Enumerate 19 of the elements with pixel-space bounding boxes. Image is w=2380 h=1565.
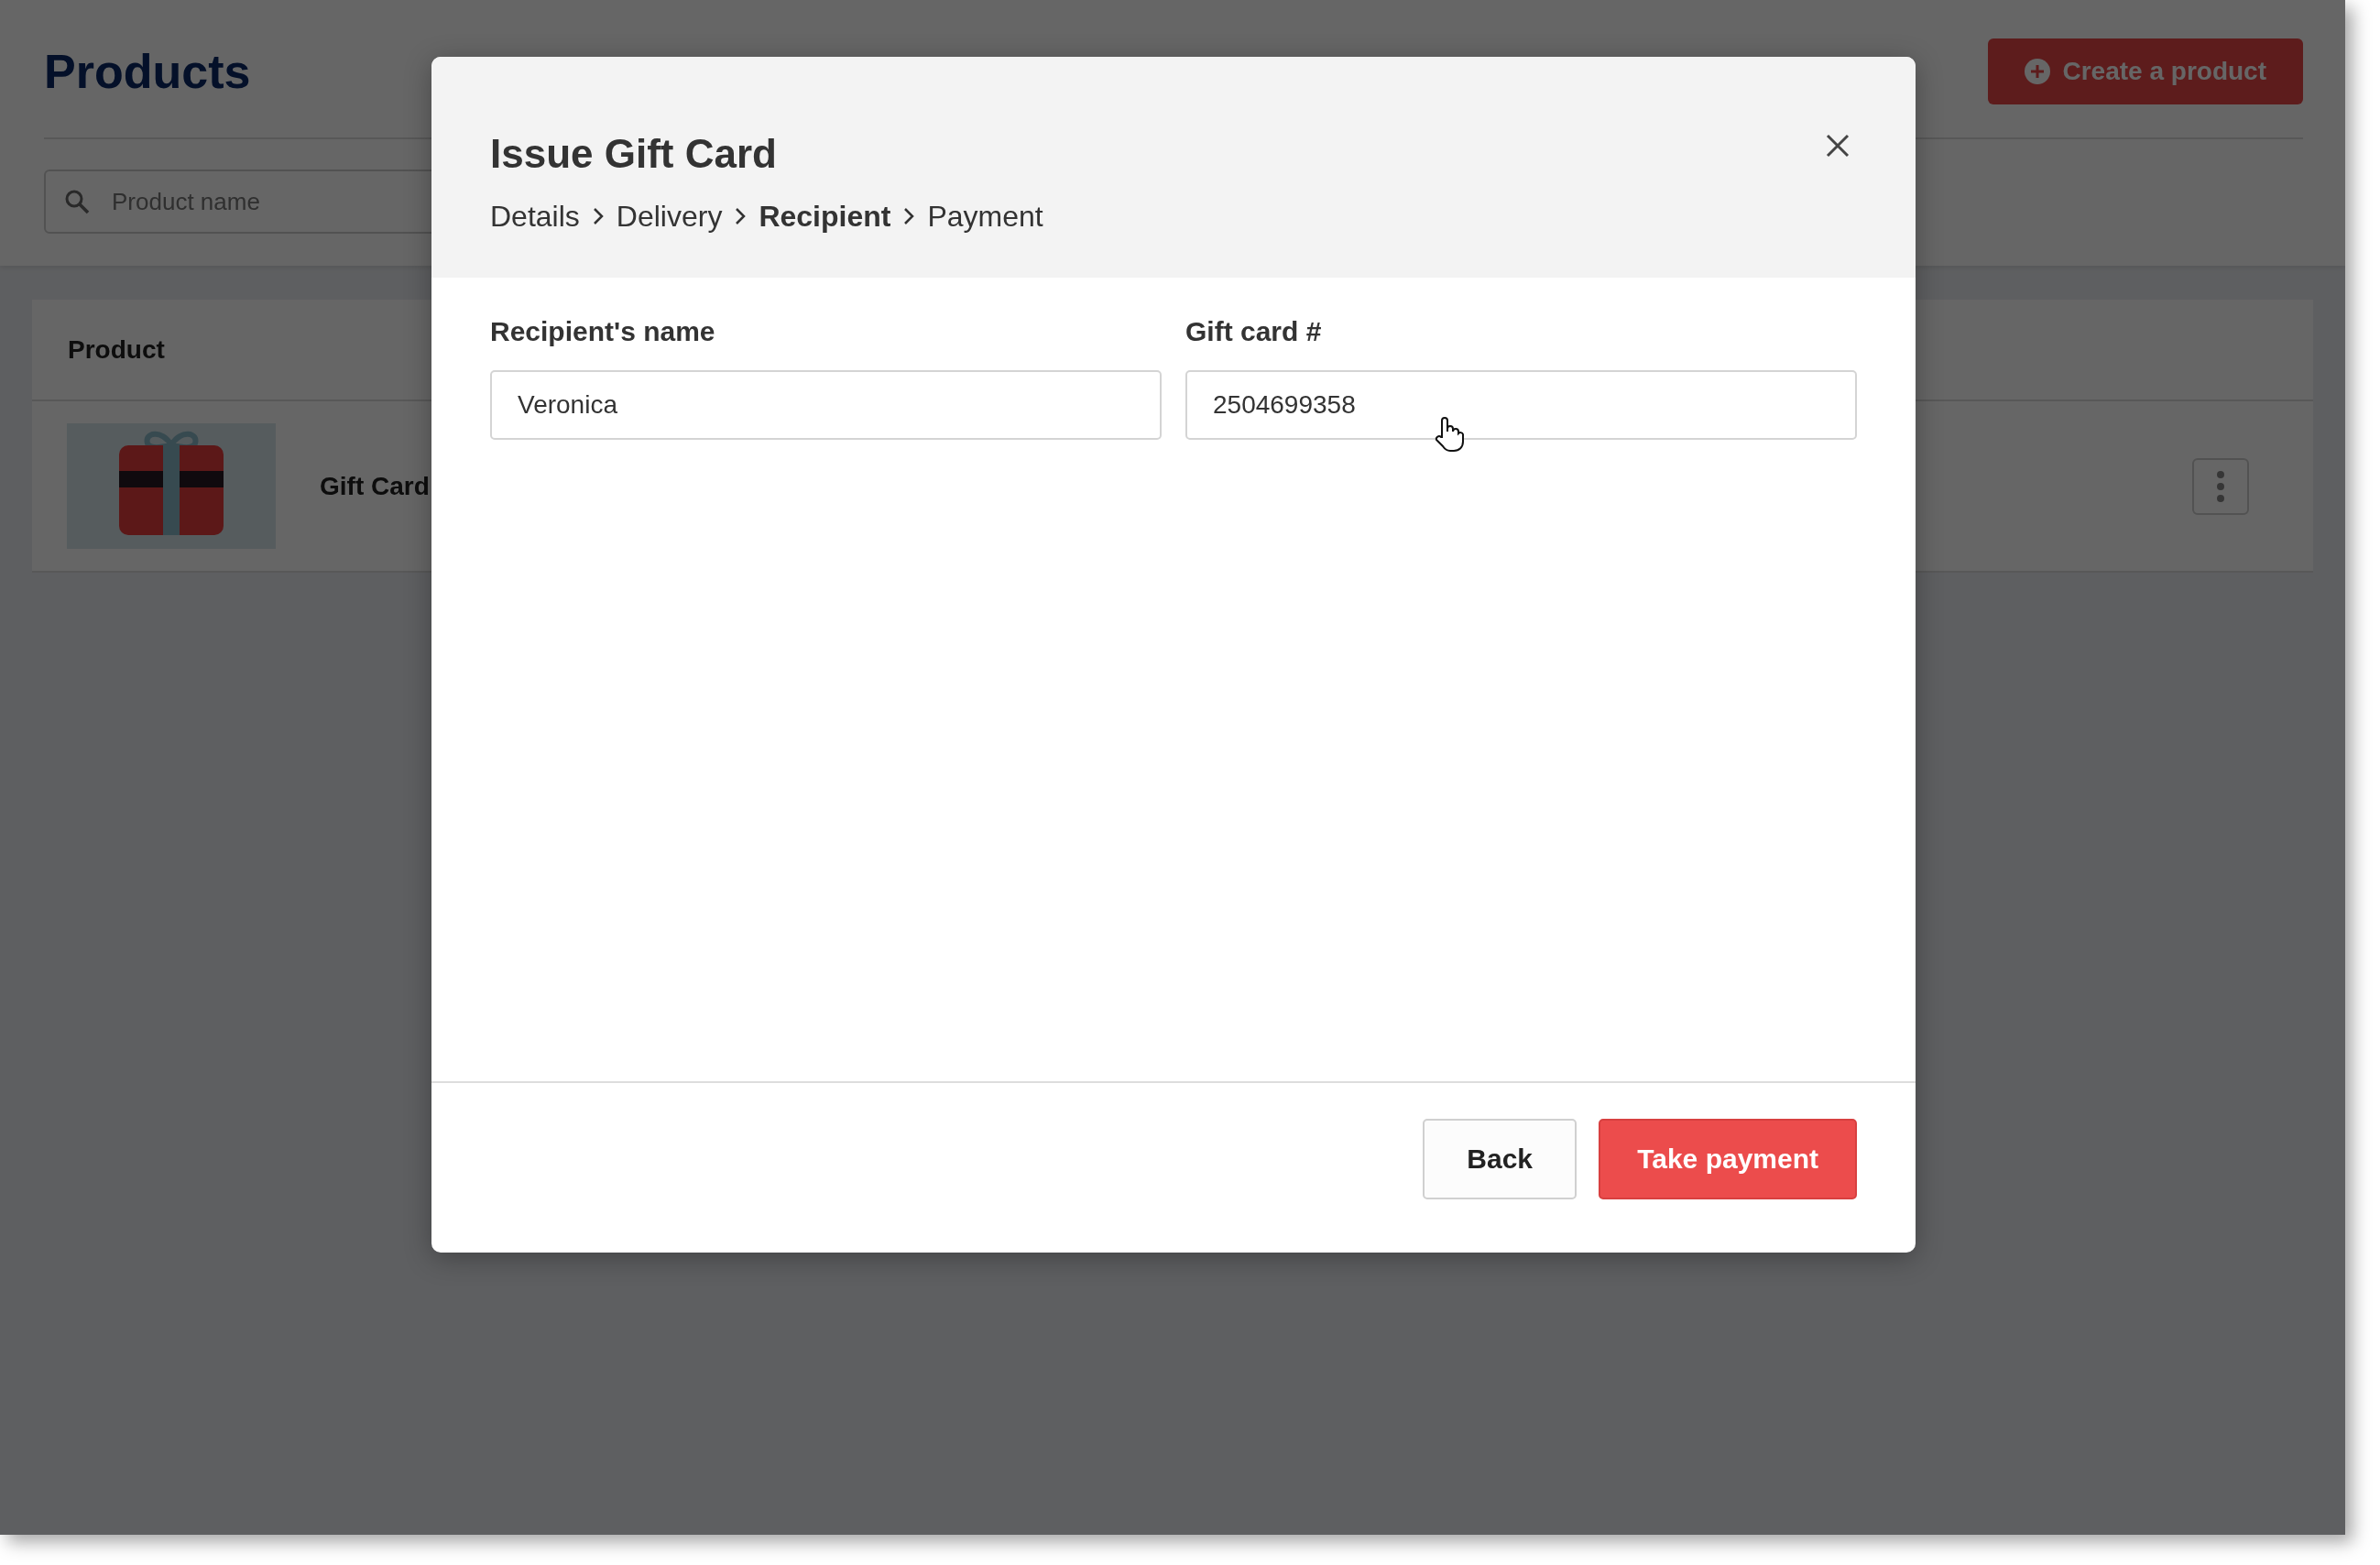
field-label: Recipient's name: [490, 315, 716, 348]
kebab-icon: [2216, 469, 2225, 503]
text-field[interactable]: 2504699358: [1185, 370, 1857, 440]
field-label: Gift card #: [1185, 315, 1323, 348]
text-field[interactable]: Veronica: [490, 370, 1162, 440]
hand-cursor-icon: [1434, 417, 1465, 454]
breadcrumb-step: Recipient: [759, 194, 891, 238]
page-title: Products: [44, 44, 251, 100]
column-header: Product: [68, 334, 165, 366]
chevron-right-icon: [592, 207, 604, 225]
breadcrumb-step: Payment: [927, 194, 1043, 238]
back-button[interactable]: Back: [1423, 1118, 1578, 1199]
chevron-right-icon: [735, 207, 747, 225]
take-payment-button[interactable]: Take payment: [1599, 1118, 1857, 1199]
search-icon: [64, 189, 90, 214]
product-name: Gift Card: [320, 470, 430, 502]
close-icon: [1826, 134, 1850, 158]
chevron-right-icon: [903, 207, 915, 225]
plus-circle-icon: [2024, 59, 2050, 84]
